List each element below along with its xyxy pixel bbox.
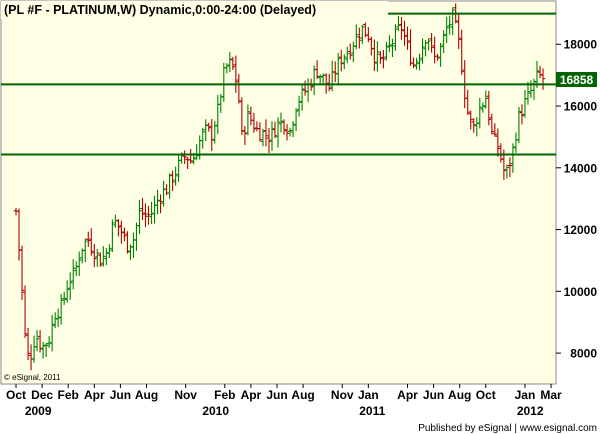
esignal-watermark: © eSignal, 2011 xyxy=(4,373,61,382)
y-tick-label: 18000 xyxy=(564,38,598,52)
x-tick-label: Jun xyxy=(423,388,444,402)
last-price-marker: 16858 xyxy=(556,72,597,88)
x-tick-label: Feb xyxy=(58,388,79,402)
y-tick-label: 10000 xyxy=(564,285,598,299)
x-tick-label: Aug xyxy=(448,388,471,402)
x-tick-label: Jun xyxy=(266,388,287,402)
y-tick-label: 16000 xyxy=(564,100,598,114)
x-tick-label: Oct xyxy=(6,388,26,402)
x-year-label: 2009 xyxy=(25,404,52,418)
x-tick-label: Apr xyxy=(84,388,105,402)
x-tick-label: Apr xyxy=(397,388,418,402)
x-tick-label: Mar xyxy=(540,388,562,402)
x-tick-label: Jun xyxy=(110,388,131,402)
chart-title: (PL #F - PLATINUM,W) Dynamic,0:00-24:00 … xyxy=(4,3,316,17)
x-tick-label: Feb xyxy=(214,388,235,402)
y-tick-label: 8000 xyxy=(570,347,597,361)
chart-root: 8000 10000 12000 14000 16000 18000 Oct Dec Feb A… xyxy=(0,0,600,434)
x-tick-label: Aug xyxy=(135,388,158,402)
x-tick-label: Oct xyxy=(476,388,496,402)
x-year-label: 2010 xyxy=(202,404,229,418)
x-tick-label: Nov xyxy=(331,388,354,402)
footer-credit: Published by eSignal | www.esignal.com xyxy=(418,423,597,434)
x-tick-label: Nov xyxy=(174,388,197,402)
x-tick-label: Apr xyxy=(241,388,262,402)
x-tick-label: Aug xyxy=(291,388,314,402)
x-year-label: 2011 xyxy=(359,404,385,418)
x-year-label: 2012 xyxy=(517,404,544,418)
last-price-label: 16858 xyxy=(560,73,594,87)
plot-area xyxy=(0,0,557,385)
y-tick-label: 12000 xyxy=(564,223,598,237)
y-tick-label: 14000 xyxy=(564,161,598,175)
x-tick-label: Jan xyxy=(515,388,536,402)
x-tick-label: Dec xyxy=(31,388,53,402)
chart-svg: 8000 10000 12000 14000 16000 18000 Oct Dec Feb A… xyxy=(0,0,600,434)
x-tick-label: Jan xyxy=(358,388,379,402)
